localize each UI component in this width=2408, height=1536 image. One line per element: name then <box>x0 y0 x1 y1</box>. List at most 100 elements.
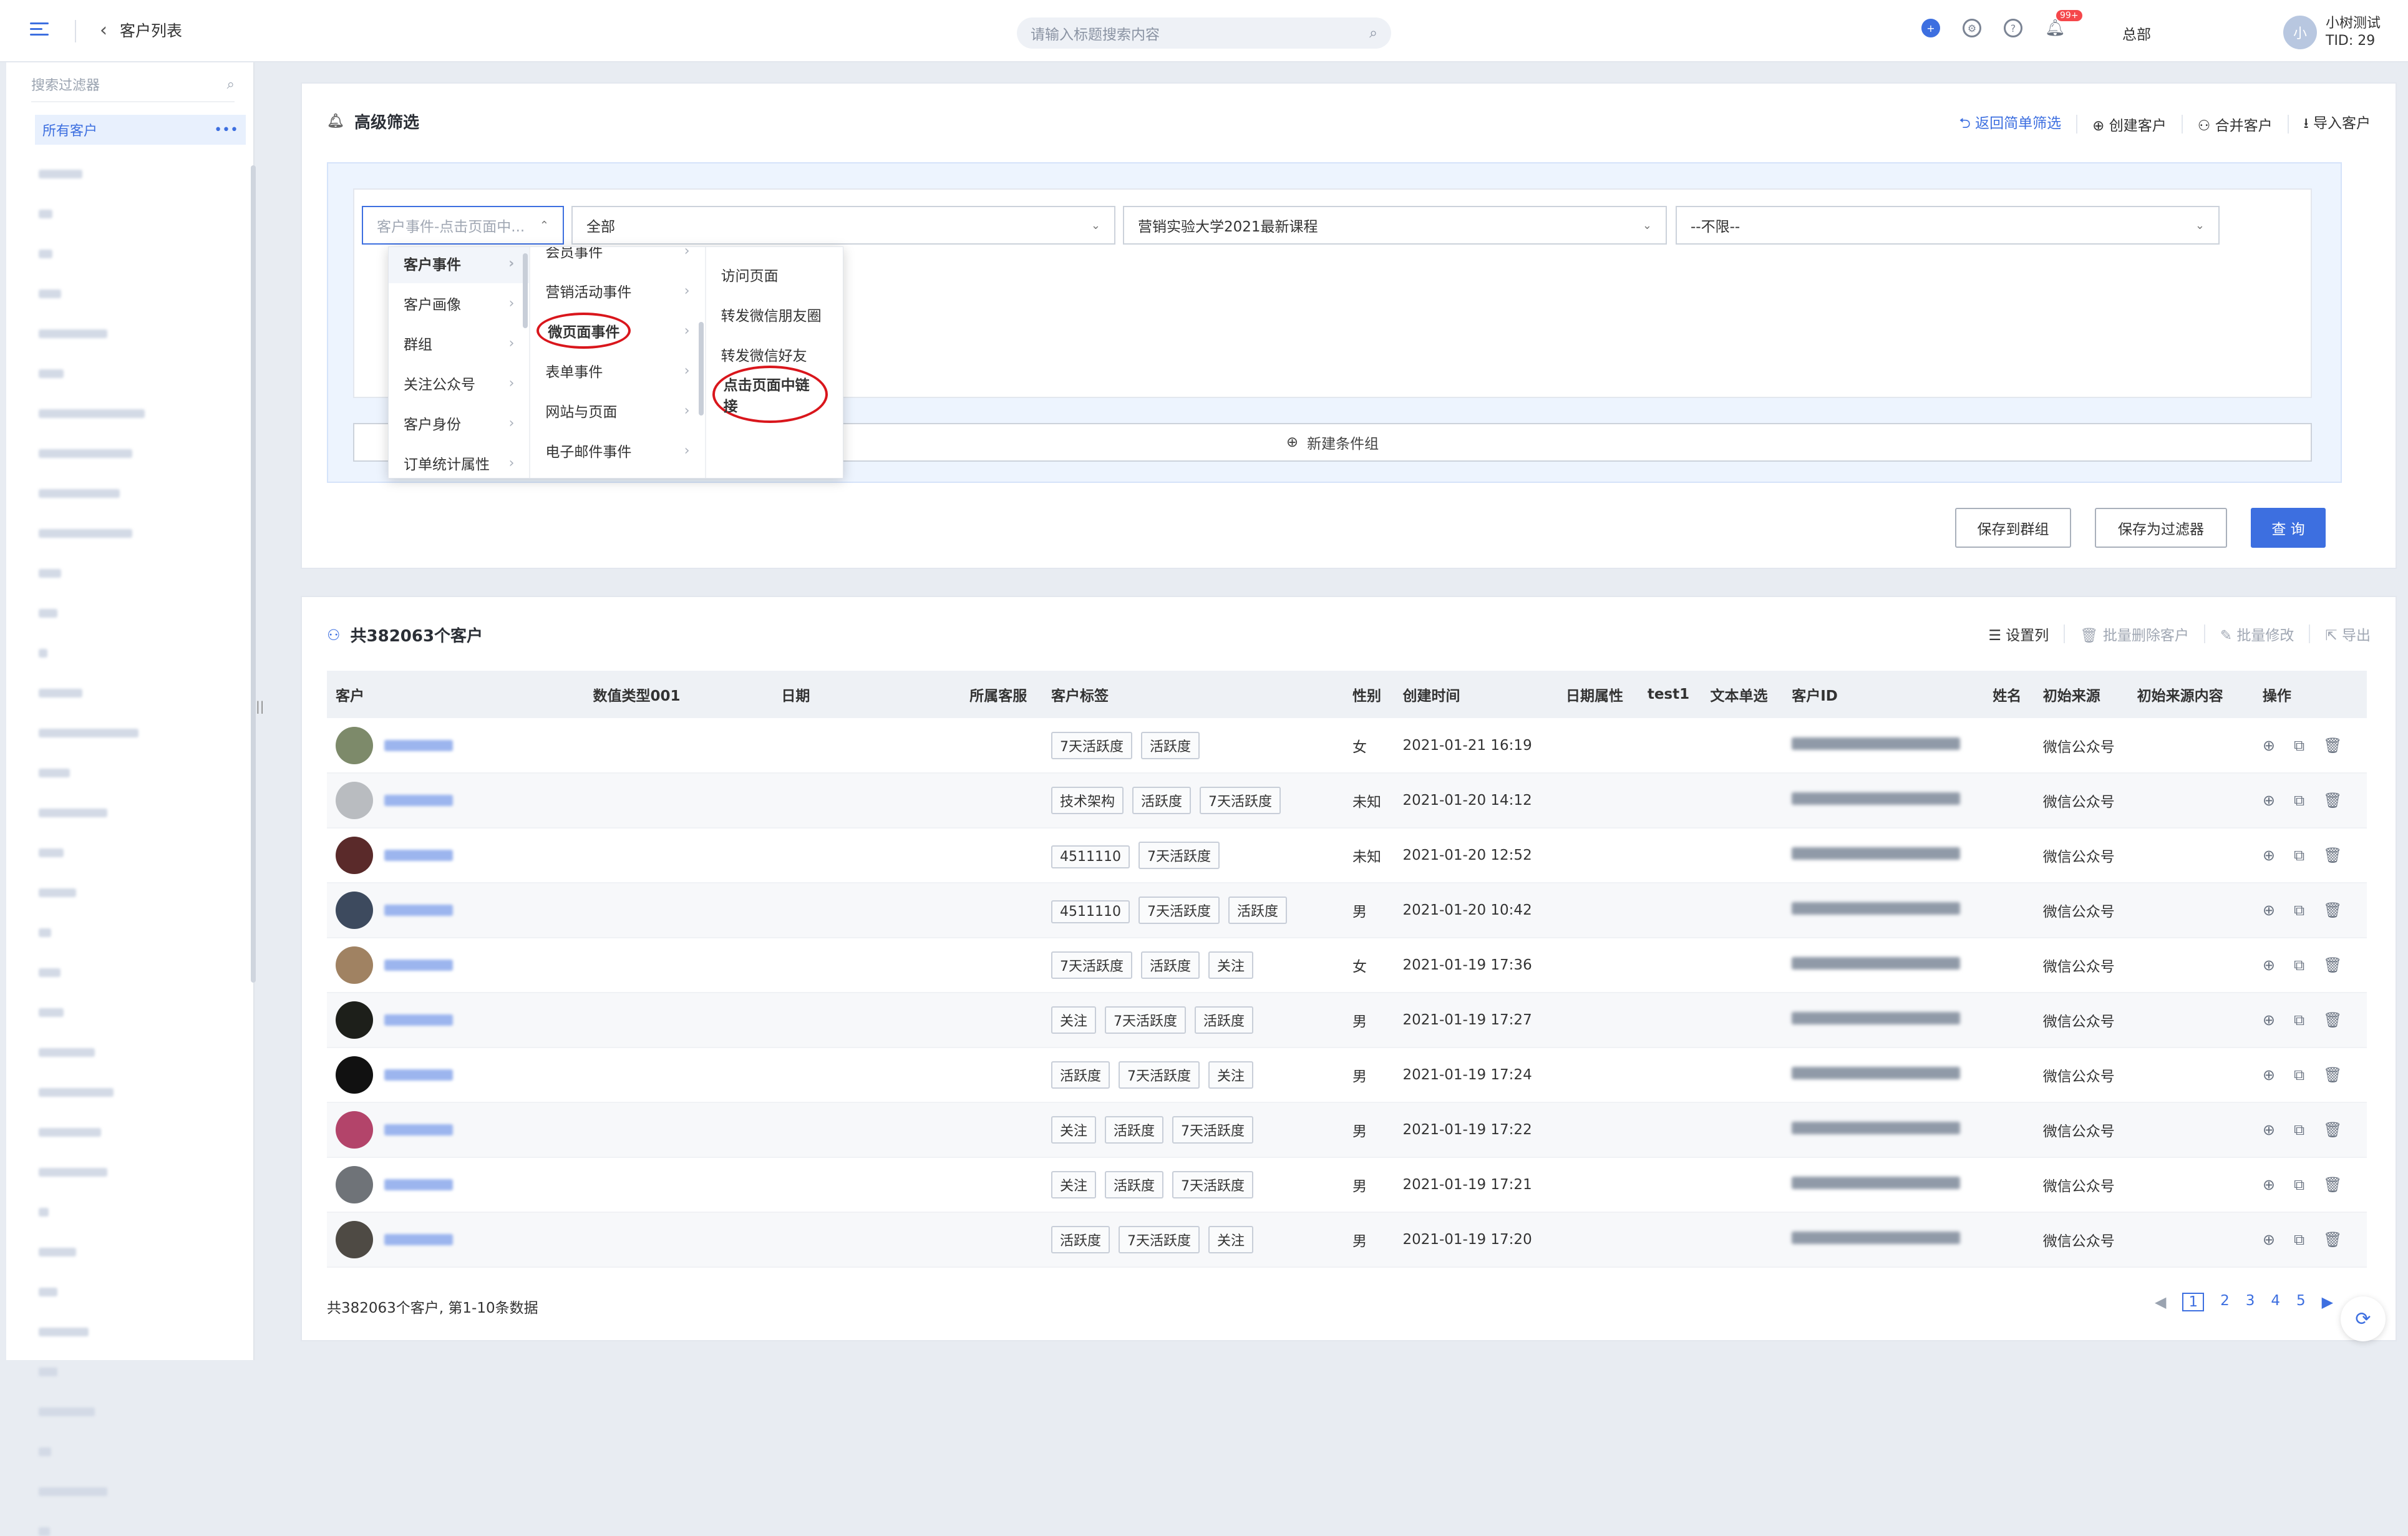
filter-list-item[interactable] <box>39 649 47 658</box>
table-row[interactable]: 7天活跃度 活跃度 关注 女 2021-01-19 17:36 微信公众号 ⊕ ⧉ 🗑︎ <box>327 938 2367 993</box>
more-icon[interactable]: ••• <box>214 122 238 138</box>
filter-list-item[interactable] <box>39 689 82 698</box>
add-tag-icon[interactable]: ⊕ <box>2263 847 2275 864</box>
page-number[interactable]: 3 <box>2246 1293 2255 1311</box>
trash-icon[interactable]: 🗑︎ <box>2323 792 2342 809</box>
add-tag-icon[interactable]: ⊕ <box>2263 1066 2275 1084</box>
copy-icon[interactable]: ⧉ <box>2294 1231 2304 1248</box>
refresh-icon[interactable]: ⟳ <box>2341 1296 2386 1341</box>
back-button[interactable]: ‹ 客户列表 <box>100 19 182 41</box>
dropdown-scrollbar[interactable] <box>698 322 704 416</box>
add-tag-icon[interactable]: ⊕ <box>2263 956 2275 974</box>
copy-icon[interactable]: ⧉ <box>2294 1176 2304 1193</box>
user-menu[interactable]: 小 小树测试 TID: 29 <box>2283 15 2381 50</box>
filter-list-item[interactable] <box>39 1008 64 1017</box>
filter-list-item[interactable] <box>39 1407 95 1416</box>
prev-page-icon[interactable]: ◀ <box>2155 1293 2166 1311</box>
trash-icon[interactable]: 🗑︎ <box>2323 956 2342 974</box>
search-icon[interactable]: ⌕ <box>1369 25 1377 41</box>
customer-name-link[interactable] <box>384 1179 453 1190</box>
dropdown-item[interactable]: 订单统计属性 › <box>389 443 529 478</box>
page-number[interactable]: 1 <box>2182 1293 2205 1311</box>
filter-list-item[interactable] <box>39 609 57 618</box>
customer-name-link[interactable] <box>384 795 453 806</box>
dropdown-item[interactable]: 关注公众号 › <box>389 363 529 403</box>
filter-list-item[interactable] <box>39 1128 101 1137</box>
bell-icon[interactable]: 🔔︎ 99+ <box>2045 10 2082 37</box>
add-tag-icon[interactable]: ⊕ <box>2263 902 2275 919</box>
dropdown-item[interactable]: 点击页面中链接 <box>706 366 843 423</box>
dropdown-item[interactable]: 访问页面 <box>706 255 843 294</box>
filter-list-item[interactable] <box>39 210 52 218</box>
dropdown-item[interactable]: 会员事件 › <box>530 247 704 271</box>
add-tag-icon[interactable]: ⊕ <box>2263 737 2275 754</box>
trash-icon[interactable]: 🗑︎ <box>2323 1066 2342 1084</box>
filter-list-item[interactable] <box>39 409 145 418</box>
trash-icon[interactable]: 🗑︎ <box>2323 847 2342 864</box>
customer-name-link[interactable] <box>384 1124 453 1135</box>
filter-list-item[interactable] <box>39 809 107 817</box>
dropdown-item[interactable]: 微页面事件 › <box>530 311 704 351</box>
filter-list-item[interactable] <box>39 1048 95 1057</box>
filter-list-item[interactable] <box>39 329 107 338</box>
save-to-group-button[interactable]: 保存到群组 <box>1955 508 2071 548</box>
dropdown-item[interactable]: 网站与页面 › <box>530 391 704 430</box>
copy-icon[interactable]: ⧉ <box>2294 956 2304 974</box>
trash-icon[interactable]: 🗑︎ <box>2323 902 2342 919</box>
customer-name-link[interactable] <box>384 1234 453 1245</box>
customer-name-link[interactable] <box>384 905 453 916</box>
filter-list-item[interactable] <box>39 769 70 777</box>
trash-icon[interactable]: 🗑︎ <box>2323 1011 2342 1029</box>
filter-list-item[interactable] <box>39 848 64 857</box>
filter-list-item[interactable] <box>39 968 61 977</box>
table-row[interactable]: 关注 活跃度 7天活跃度 男 2021-01-19 17:21 微信公众号 ⊕ ⧉ 🗑︎ <box>327 1157 2367 1213</box>
table-row[interactable]: 关注 活跃度 7天活跃度 男 2021-01-19 17:22 微信公众号 ⊕ ⧉ 🗑︎ <box>327 1102 2367 1158</box>
dropdown-scrollbar[interactable] <box>523 253 528 328</box>
filter-list-item[interactable] <box>39 289 61 298</box>
help-icon[interactable]: ? <box>2004 19 2022 37</box>
filter-search-input[interactable]: 搜索过滤器 ⌕ <box>31 67 235 102</box>
export-button[interactable]: ⇱ 导出 <box>2325 623 2371 644</box>
filter-list-item[interactable] <box>39 529 132 538</box>
filter-list-item[interactable] <box>39 1088 114 1097</box>
table-row[interactable]: 活跃度 7天活跃度 关注 男 2021-01-19 17:20 微信公众号 ⊕ ⧉ 🗑︎ <box>327 1212 2367 1268</box>
copy-icon[interactable]: ⧉ <box>2294 847 2304 864</box>
dropdown-item[interactable]: 电子邮件事件 › <box>530 430 704 470</box>
dropdown-item[interactable]: 客户画像 › <box>389 283 529 323</box>
table-row[interactable]: 4511110 7天活跃度 活跃度 男 2021-01-20 10:42 微信公众号 ⊕ ⧉ 🗑… <box>327 883 2367 938</box>
batch-delete-button[interactable]: 🗑︎ 批量删除客户 <box>2080 623 2189 644</box>
column-header[interactable]: 所属客服 <box>961 671 1042 718</box>
column-header[interactable]: 日期属性 <box>1557 671 1639 718</box>
column-header[interactable]: 客户标签 <box>1042 671 1344 718</box>
dropdown-item[interactable]: 客户事件 › <box>389 247 530 283</box>
column-header[interactable]: 操作 <box>2253 671 2367 718</box>
customer-name-link[interactable] <box>384 960 453 971</box>
table-row[interactable]: 关注 7天活跃度 活跃度 男 2021-01-19 17:27 微信公众号 ⊕ ⧉ 🗑︎ <box>327 993 2367 1048</box>
trash-icon[interactable]: 🗑︎ <box>2323 1231 2342 1248</box>
filter-list-item[interactable] <box>39 928 51 937</box>
customer-name-link[interactable] <box>384 850 453 861</box>
trash-icon[interactable]: 🗑︎ <box>2323 737 2342 754</box>
customer-name-link[interactable] <box>384 1014 453 1026</box>
dropdown-item[interactable]: 群组 › <box>389 323 529 363</box>
create-customer-button[interactable]: ⊕ 创建客户 <box>2092 114 2167 135</box>
table-row[interactable]: 活跃度 7天活跃度 关注 男 2021-01-19 17:24 微信公众号 ⊕ ⧉ 🗑︎ <box>327 1047 2367 1103</box>
column-header[interactable]: test1 <box>1638 671 1702 718</box>
trash-icon[interactable]: 🗑︎ <box>2323 1121 2342 1139</box>
sidebar-item-all-customers[interactable]: 所有客户 ••• <box>35 115 246 145</box>
add-tag-icon[interactable]: ⊕ <box>2263 1231 2275 1248</box>
resize-handle-icon[interactable]: || <box>256 699 264 714</box>
back-simple-filter-link[interactable]: ⮌ 返回简单筛选 <box>1959 111 2061 137</box>
limit-select[interactable]: --不限-- ⌄ <box>1676 206 2220 245</box>
filter-list-item[interactable] <box>39 1248 76 1257</box>
trash-icon[interactable]: 🗑︎ <box>2323 1176 2342 1193</box>
page-number[interactable]: 2 <box>2220 1293 2230 1311</box>
menu-icon[interactable] <box>30 22 49 37</box>
column-header[interactable]: 文本单选 <box>1701 671 1784 718</box>
filter-list-item[interactable] <box>39 569 61 578</box>
table-row[interactable]: 4511110 7天活跃度 未知 2021-01-20 12:52 微信公众号 ⊕ ⧉ 🗑︎ <box>327 828 2367 883</box>
import-customer-button[interactable]: ⭳ 导入客户 <box>2304 111 2371 137</box>
global-search-input[interactable]: 请输入标题搜索内容 ⌕ <box>1017 17 1391 49</box>
column-header[interactable]: 初始来源内容 <box>2128 671 2254 718</box>
copy-icon[interactable]: ⧉ <box>2294 902 2304 919</box>
